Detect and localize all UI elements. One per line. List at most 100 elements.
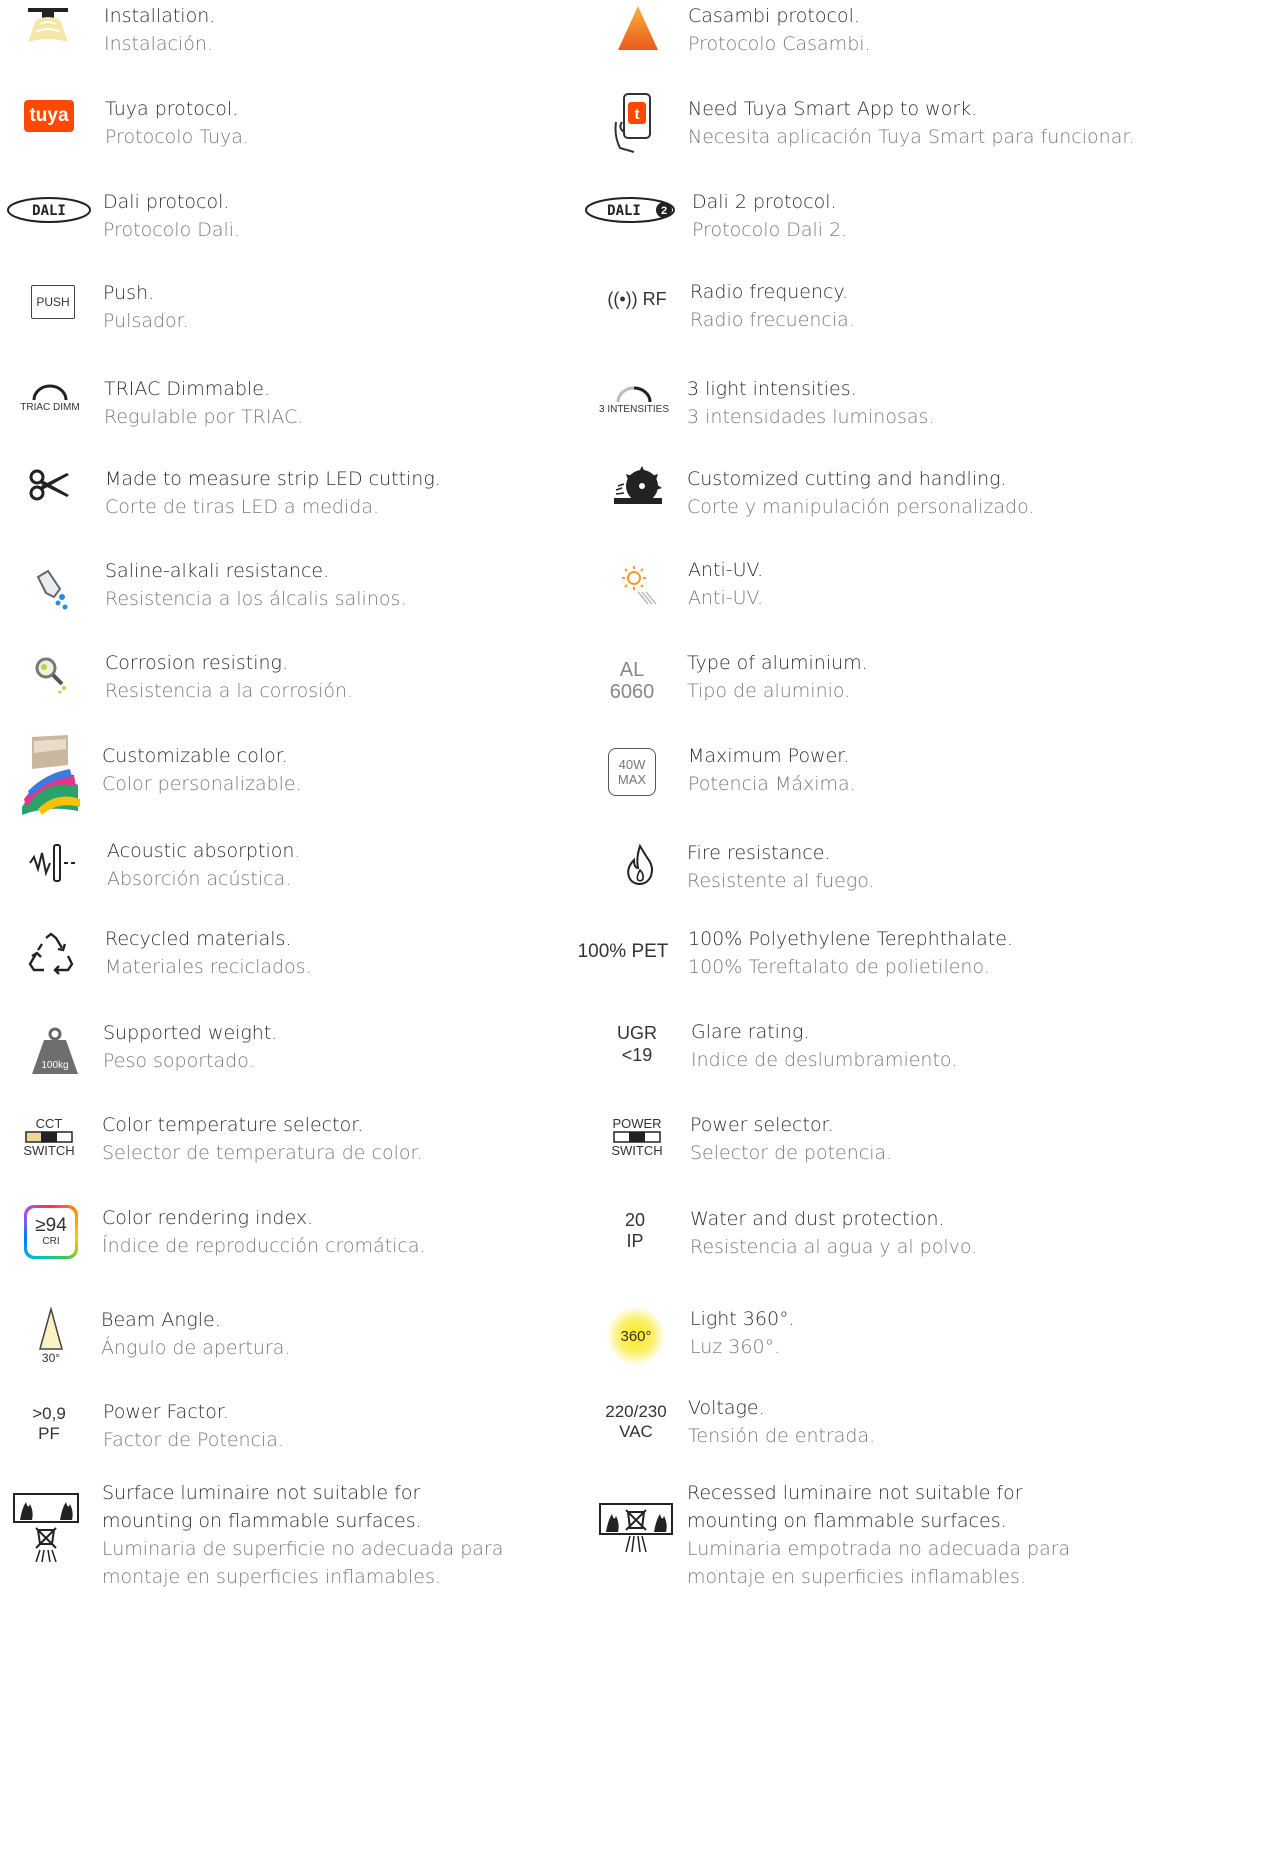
feature-title-en: Voltage. xyxy=(688,1397,765,1419)
feature-title-en: Water and dust protection. xyxy=(690,1208,945,1230)
feature-title-es: Necesita aplicación Tuya Smart para func… xyxy=(688,126,1135,148)
feature-dali2: DALI 2 Dali 2 protocol. Protocolo Dali 2… xyxy=(574,185,1273,255)
aluminium-icon: AL 6060 xyxy=(609,659,655,703)
feature-title-es: Instalación. xyxy=(104,33,213,55)
feature-title-en: Maximum Power. xyxy=(688,745,850,767)
feature-title-en: Made to measure strip LED cutting. xyxy=(105,468,441,490)
tuya-logo-icon: tuya xyxy=(24,100,74,132)
feature-title-en: Recycled materials. xyxy=(105,928,292,950)
saw-blade-icon xyxy=(612,466,664,510)
color-swatch-fan-icon xyxy=(18,735,82,817)
feature-title-en: Acoustic absorption. xyxy=(107,840,301,862)
max-power-icon: 40W MAX xyxy=(608,748,656,796)
dali2-logo-icon: DALI 2 xyxy=(584,195,680,225)
power-factor-icon: >0,9 PF xyxy=(32,1404,66,1443)
scissors-icon xyxy=(28,468,72,502)
feature-title-es: Selector de potencia. xyxy=(690,1142,893,1164)
beam-angle-icon: 30° xyxy=(36,1305,66,1367)
feature-weight: 100kg Supported weight. Peso soportado. xyxy=(0,1016,620,1086)
flame-icon xyxy=(624,844,656,886)
cct-switch-icon: CCT SWITCH xyxy=(23,1115,75,1158)
feature-saline: Saline-alkali resistance. Resistencia a … xyxy=(0,555,620,625)
feature-title-es: Luminaria empotrada no adecuada para mon… xyxy=(687,1538,1071,1588)
triac-dimmer-icon: TRIAC DIMM xyxy=(14,378,86,418)
feature-title-en: Surface luminaire not suitable for mount… xyxy=(102,1482,422,1532)
feature-casambi: Casambi protocol. Protocolo Casambi. xyxy=(574,0,1273,80)
feature-title-es: Corte de tiras LED a medida. xyxy=(105,496,380,518)
feature-title-es: Protocolo Casambi. xyxy=(688,33,871,55)
glare-rating-icon: UGR <19 xyxy=(617,1023,657,1065)
feature-title-es: 3 intensidades luminosas. xyxy=(687,406,935,428)
feature-title-es: Protocolo Tuya. xyxy=(105,126,249,148)
feature-recessed: Recessed luminaire not suitable for moun… xyxy=(574,1476,1273,1588)
feature-title-es: Ángulo de apertura. xyxy=(101,1337,291,1359)
feature-surface: Surface luminaire not suitable for mount… xyxy=(0,1476,620,1588)
recessed-flammable-icon xyxy=(598,1500,674,1556)
feature-title-en: Supported weight. xyxy=(103,1022,278,1044)
feature-title-es: 100% Tereftalato de polietileno. xyxy=(688,956,990,978)
feature-title-es: Tipo de aluminio. xyxy=(687,680,851,702)
feature-title-es: Protocolo Dali 2. xyxy=(692,219,848,241)
acoustic-wave-icon xyxy=(28,843,78,883)
svg-text:2: 2 xyxy=(661,205,667,217)
feature-installation: Installation. Instalación. xyxy=(0,0,620,80)
feature-title-en: Push. xyxy=(103,282,155,304)
casambi-logo-icon xyxy=(616,4,660,52)
feature-title-en: Light 360°. xyxy=(690,1308,795,1330)
feature-title-es: Pulsador. xyxy=(103,310,189,332)
feature-title-es: Resistencia a los álcalis salinos. xyxy=(105,588,407,610)
feature-title-es: Resistente al fuego. xyxy=(687,870,875,892)
ip-rating-icon: 20 IP xyxy=(624,1210,646,1251)
feature-title-en: Saline-alkali resistance. xyxy=(105,560,330,582)
feature-pet: 100% PET 100% Polyethylene Terephthalate… xyxy=(574,922,1273,992)
radio-frequency-icon: ((•)) RF xyxy=(607,288,667,309)
svg-text:t: t xyxy=(635,106,640,123)
saline-bottle-icon xyxy=(34,567,70,611)
feature-title-en: TRIAC Dimmable. xyxy=(104,378,271,400)
feature-title-en: Need Tuya Smart App to work. xyxy=(688,98,978,120)
feature-title-es: Luminaria de superficie no adecuada para… xyxy=(102,1538,504,1588)
dali-logo-icon: DALI xyxy=(6,195,92,225)
feature-color: Customizable color. Color personalizable… xyxy=(0,735,620,825)
feature-title-en: Installation. xyxy=(104,5,216,27)
feature-title-en: Glare rating. xyxy=(691,1021,810,1043)
feature-title-es: Indice de deslumbramiento. xyxy=(691,1049,958,1071)
push-button-icon: PUSH xyxy=(31,285,75,319)
feature-title-en: Type of aluminium. xyxy=(687,652,868,674)
feature-title-en: Anti-UV. xyxy=(688,559,764,581)
recycle-icon xyxy=(28,932,74,976)
feature-title-en: Recessed luminaire not suitable for moun… xyxy=(687,1482,1023,1532)
feature-title-es: Factor de Potencia. xyxy=(103,1429,284,1451)
feature-rf: ((•)) RF Radio frequency. Radio frecuenc… xyxy=(574,276,1273,346)
feature-title-en: Tuya protocol. xyxy=(105,98,239,120)
feature-title-es: Corte y manipulación personalizado. xyxy=(687,496,1035,518)
feature-corrosion: Corrosion resisting. Resistencia a la co… xyxy=(0,646,620,716)
feature-title-es: Índice de reproducción cromática. xyxy=(102,1235,426,1257)
svg-text:DALI: DALI xyxy=(607,203,641,219)
feature-title-en: Customized cutting and handling. xyxy=(687,468,1007,490)
feature-title-es: Absorción acústica. xyxy=(107,868,292,890)
feature-cri: ≥94 CRI Color rendering index. Índice de… xyxy=(0,1201,620,1281)
phone-app-icon: t xyxy=(610,92,660,154)
feature-title-es: Protocolo Dali. xyxy=(103,219,241,241)
feature-voltage: 220/230 VAC Voltage. Tensión de entrada. xyxy=(574,1392,1273,1462)
feature-ugr: UGR <19 Glare rating. Indice de deslumbr… xyxy=(574,1016,1273,1086)
feature-antiuv: Anti-UV. Anti-UV. xyxy=(574,554,1273,624)
feature-custom-cut: Customized cutting and handling. Corte y… xyxy=(574,462,1273,532)
feature-title-en: Customizable color. xyxy=(102,745,288,767)
feature-title-es: Peso soportado. xyxy=(103,1050,255,1072)
feature-title-es: Potencia Máxima. xyxy=(688,773,856,795)
feature-title-en: 100% Polyethylene Terephthalate. xyxy=(688,928,1013,950)
installation-icon xyxy=(22,6,74,46)
feature-title-es: Luz 360°. xyxy=(690,1336,781,1358)
feature-pf: >0,9 PF Power Factor. Factor de Potencia… xyxy=(0,1396,620,1466)
feature-title-en: Power Factor. xyxy=(103,1401,229,1423)
svg-text:100kg: 100kg xyxy=(41,1060,68,1071)
feature-acoustic: Acoustic absorption. Absorción acústica. xyxy=(0,835,620,905)
feature-fire: Fire resistance. Resistente al fuego. xyxy=(574,836,1273,906)
feature-push: PUSH Push. Pulsador. xyxy=(0,277,620,347)
feature-title-en: Color temperature selector. xyxy=(102,1114,364,1136)
feature-title-en: Fire resistance. xyxy=(687,842,831,864)
light-360-icon: 360° xyxy=(606,1306,666,1366)
feature-dali: DALI Dali protocol. Protocolo Dali. xyxy=(0,185,620,255)
